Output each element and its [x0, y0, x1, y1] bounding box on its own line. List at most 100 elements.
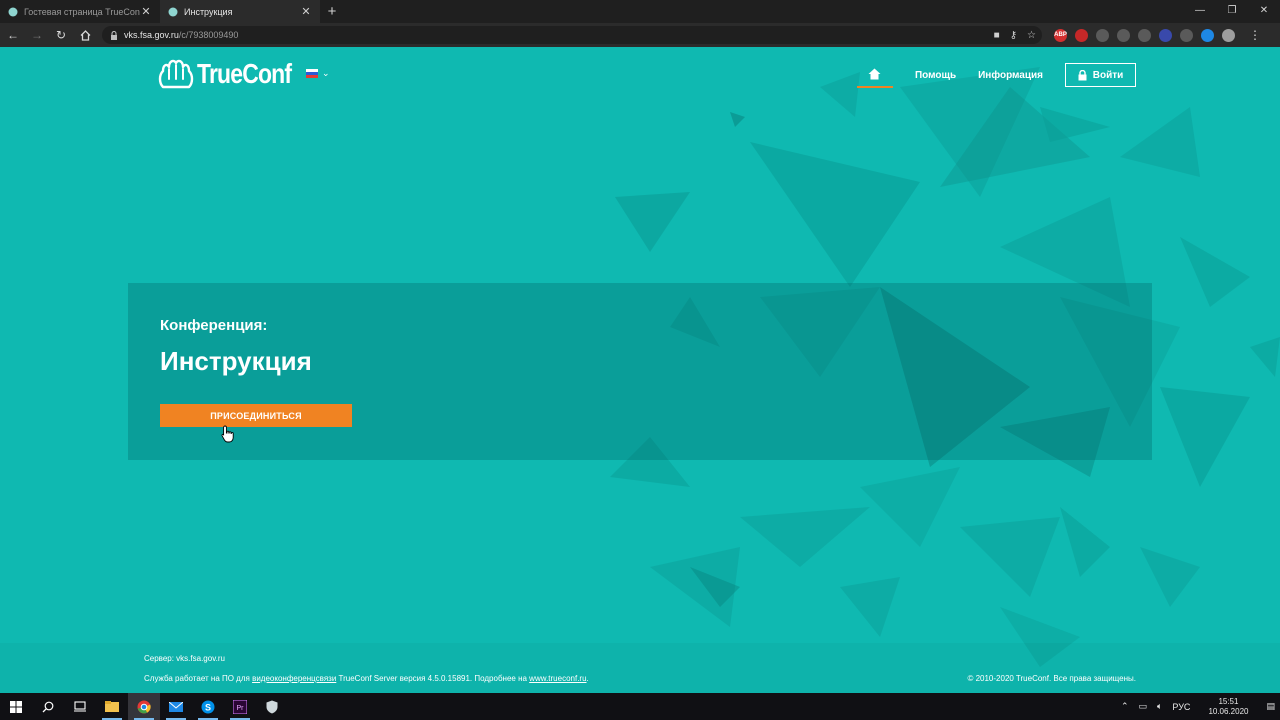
- system-tray: ⌃ ▭ 🔈︎ РУС 15:51 10.06.2020 ▤: [1116, 693, 1280, 720]
- back-button[interactable]: ←: [2, 23, 24, 47]
- reload-icon: ↻: [55, 28, 67, 42]
- volume-icon[interactable]: 🔈︎: [1157, 701, 1162, 712]
- extension-icon[interactable]: [1075, 28, 1088, 42]
- site-header: TrueConf ⌄ Помощь Информация Войти: [0, 47, 1280, 103]
- close-window-button[interactable]: ✕: [1248, 0, 1280, 20]
- svg-text:Pr: Pr: [237, 705, 245, 712]
- windows-taskbar: S Pr ⌃ ▭ 🔈︎ РУС 15:51 10.06.2020 ▤: [0, 693, 1280, 720]
- taskbar-premiere[interactable]: Pr: [224, 693, 256, 720]
- svg-text:S: S: [205, 702, 211, 712]
- cursor-hand-icon: [221, 425, 234, 443]
- address-bar[interactable]: vks.fsa.gov.ru/c/7938009490 ■ ⚷ ☆: [102, 26, 1042, 44]
- search-icon: [42, 701, 54, 712]
- menu-icon[interactable]: ⋮: [1249, 28, 1261, 42]
- extension-icons: ABP: [1054, 28, 1235, 42]
- extension-icon[interactable]: [1201, 28, 1214, 42]
- back-icon: ←: [7, 28, 19, 42]
- task-view-button[interactable]: [64, 693, 96, 720]
- forward-icon: →: [31, 28, 43, 42]
- network-icon[interactable]: ▭: [1138, 701, 1147, 712]
- login-label: Войти: [1092, 69, 1124, 81]
- trueconf-page: TrueConf ⌄ Помощь Информация Войти Конфе…: [0, 47, 1280, 693]
- service-info: Служба работает на ПО для видеоконференц…: [144, 674, 589, 683]
- profile-avatar[interactable]: [1222, 28, 1235, 42]
- logo-text: TrueConf: [197, 58, 292, 89]
- taskbar-skype[interactable]: S: [192, 693, 224, 720]
- maximize-button[interactable]: ❐: [1216, 0, 1248, 20]
- join-button[interactable]: ПРИСОЕДИНИТЬСЯ: [160, 404, 352, 427]
- new-tab-button[interactable]: +: [320, 0, 344, 23]
- nav-info[interactable]: Информация: [978, 70, 1043, 81]
- service-info-prefix: Служба работает на ПО для: [144, 674, 253, 683]
- url-path: /c/7938009490: [178, 30, 239, 40]
- task-view-icon: [74, 701, 86, 712]
- extension-icon[interactable]: [1117, 28, 1130, 42]
- omnibox-actions: ■ ⚷ ☆: [994, 26, 1036, 44]
- notifications-icon[interactable]: ▤: [1266, 701, 1275, 712]
- mail-icon: [169, 701, 183, 712]
- service-info-middle: TrueConf Server версия 4.5.0.15891. Подр…: [336, 674, 530, 683]
- taskbar-explorer[interactable]: [96, 693, 128, 720]
- favicon-icon: [8, 7, 18, 16]
- browser-toolbar: ← → ↻ vks.fsa.gov.ru/c/7938009490 ■ ⚷ ☆ …: [0, 23, 1280, 47]
- videoconf-link[interactable]: видеоконференцсвязи: [252, 674, 336, 683]
- language-selector[interactable]: ⌄: [306, 68, 330, 79]
- main-nav: Помощь Информация Войти: [856, 62, 1136, 88]
- conference-panel: Конференция: Инструкция ПРИСОЕДИНИТЬСЯ: [128, 283, 1152, 460]
- forward-button[interactable]: →: [26, 23, 48, 47]
- windows-start-icon: [10, 700, 22, 713]
- clock-time: 15:51: [1218, 696, 1239, 706]
- browser-tab-bar: Гостевая страница TrueConf Se ✕ Инструкц…: [0, 0, 1280, 23]
- flag-ru-icon: [306, 69, 318, 78]
- site-footer: Сервер: vks.fsa.gov.ru Служба работает н…: [0, 643, 1280, 693]
- nav-home[interactable]: [856, 62, 893, 88]
- taskbar-chrome[interactable]: [128, 693, 160, 720]
- home-button[interactable]: [74, 23, 96, 47]
- extension-icon[interactable]: [1096, 28, 1109, 42]
- key-icon[interactable]: ⚷: [1010, 30, 1017, 41]
- favicon-icon: [168, 7, 178, 16]
- shield-icon: [266, 700, 278, 713]
- copyright: © 2010-2020 TrueConf. Все права защищены…: [967, 674, 1136, 683]
- premiere-icon: Pr: [233, 699, 247, 714]
- extension-icon[interactable]: [1138, 28, 1151, 42]
- chevron-down-icon: ⌄: [322, 68, 330, 78]
- extension-icon[interactable]: [1180, 28, 1193, 42]
- nav-help[interactable]: Помощь: [915, 70, 956, 81]
- login-button[interactable]: Войти: [1065, 63, 1136, 87]
- padlock-icon: [1078, 69, 1087, 80]
- star-icon[interactable]: ☆: [1027, 30, 1036, 41]
- skype-icon: S: [201, 700, 215, 713]
- taskbar-mail[interactable]: [160, 693, 192, 720]
- reload-button[interactable]: ↻: [50, 23, 72, 47]
- logo-people-icon: [158, 59, 194, 89]
- conference-label: Конференция:: [160, 317, 268, 334]
- url-host: vks.fsa.gov.ru: [124, 30, 179, 40]
- server-info: Сервер: vks.fsa.gov.ru: [144, 654, 225, 663]
- trueconf-logo[interactable]: TrueConf: [157, 57, 312, 91]
- window-controls: — ❐ ✕: [1184, 0, 1280, 20]
- chrome-icon: [137, 700, 151, 713]
- conference-title: Инструкция: [160, 346, 312, 376]
- service-info-suffix: .: [586, 674, 589, 683]
- start-button[interactable]: [0, 693, 32, 720]
- extension-icon[interactable]: [1159, 28, 1172, 42]
- house-icon: [868, 68, 881, 80]
- clock-date: 10.06.2020: [1208, 706, 1249, 716]
- lock-icon: [111, 30, 117, 40]
- close-icon[interactable]: ✕: [140, 5, 152, 18]
- tab-title: Гостевая страница TrueConf Se: [24, 6, 140, 17]
- language-indicator[interactable]: РУС: [1172, 702, 1190, 712]
- close-icon[interactable]: ✕: [300, 5, 312, 18]
- minimize-button[interactable]: —: [1184, 0, 1216, 20]
- search-button[interactable]: [32, 693, 64, 720]
- explorer-icon: [105, 701, 119, 712]
- taskbar-security[interactable]: [256, 693, 288, 720]
- trueconf-site-link[interactable]: www.trueconf.ru: [529, 674, 586, 683]
- clock[interactable]: 15:51 10.06.2020: [1203, 697, 1253, 717]
- camera-icon[interactable]: ■: [994, 30, 1000, 41]
- adblock-extension[interactable]: ABP: [1054, 28, 1067, 42]
- browser-tab-guest[interactable]: Гостевая страница TrueConf Se ✕: [0, 0, 160, 23]
- browser-tab-instruction[interactable]: Инструкция ✕: [160, 0, 320, 23]
- tray-expand-icon[interactable]: ⌃: [1121, 701, 1129, 712]
